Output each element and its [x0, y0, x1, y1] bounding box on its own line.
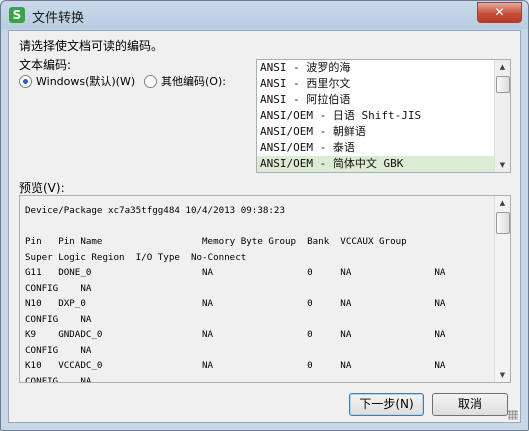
encoding-list-item[interactable]: ANSI/OEM - 日语 Shift-JIS: [257, 108, 510, 124]
encoding-list-items: ANSI - 波罗的海 ANSI - 西里尔文 ANSI - 阿拉伯语 ANSI/OE…: [257, 60, 510, 172]
scroll-up-arrow-icon[interactable]: ▲: [495, 60, 510, 74]
resize-grip-icon[interactable]: [508, 410, 518, 420]
title-bar[interactable]: S 文件转换 ✕: [1, 1, 528, 29]
preview-scroll-thumb[interactable]: [496, 212, 510, 234]
encoding-list-scrollbar[interactable]: ▲ ▼: [494, 60, 510, 172]
encoding-list-item[interactable]: ANSI - 阿拉伯语: [257, 92, 510, 108]
file-convert-dialog: S 文件转换 ✕ 请选择使文档可读的编码。 文本编码: Windows(默认)(…: [0, 0, 529, 431]
instruction-text: 请选择使文档可读的编码。: [19, 39, 164, 53]
scroll-down-arrow-icon[interactable]: ▼: [495, 158, 510, 172]
next-button[interactable]: 下一步(N): [349, 393, 424, 416]
cancel-button[interactable]: 取消: [432, 393, 508, 416]
encoding-list-item[interactable]: ANSI/OEM - 泰语: [257, 140, 510, 156]
radio-other-indicator[interactable]: [144, 74, 157, 88]
radio-windows-default[interactable]: Windows(默认)(W): [19, 73, 135, 89]
radio-windows-label: Windows(默认)(W): [36, 75, 136, 88]
preview-scroll-up-arrow-icon[interactable]: ▲: [495, 196, 510, 210]
radio-other-encoding[interactable]: 其他编码(O):: [144, 73, 226, 89]
encoding-label: 文本编码:: [19, 58, 72, 72]
preview-text: Device/Package xc7a35tfgg484 10/4/2013 0…: [25, 205, 446, 383]
encoding-list-item[interactable]: ANSI/OEM - 朝鲜语: [257, 124, 510, 140]
radio-windows-indicator[interactable]: [19, 74, 32, 88]
wps-app-icon: S: [9, 7, 25, 23]
preview-pane[interactable]: Device/Package xc7a35tfgg484 10/4/2013 0…: [19, 195, 511, 383]
radio-other-label: 其他编码(O):: [161, 75, 226, 88]
encoding-list-item[interactable]: ANSI - 波罗的海: [257, 60, 510, 76]
dialog-body: 请选择使文档可读的编码。 文本编码: Windows(默认)(W) 其他编码(O…: [8, 30, 521, 423]
preview-scroll-down-arrow-icon[interactable]: ▼: [495, 368, 510, 382]
encoding-list-item[interactable]: ANSI - 西里尔文: [257, 76, 510, 92]
preview-label: 预览(V):: [19, 181, 65, 195]
scroll-thumb[interactable]: [496, 76, 510, 93]
encoding-list[interactable]: ANSI - 波罗的海 ANSI - 西里尔文 ANSI - 阿拉伯语 ANSI/OE…: [256, 59, 511, 173]
close-button[interactable]: ✕: [477, 2, 522, 23]
encoding-list-item[interactable]: ANSI/OEM - 简体中文 GBK: [257, 156, 510, 172]
preview-scrollbar[interactable]: ▲ ▼: [494, 196, 510, 382]
dialog-title: 文件转换: [32, 11, 85, 26]
